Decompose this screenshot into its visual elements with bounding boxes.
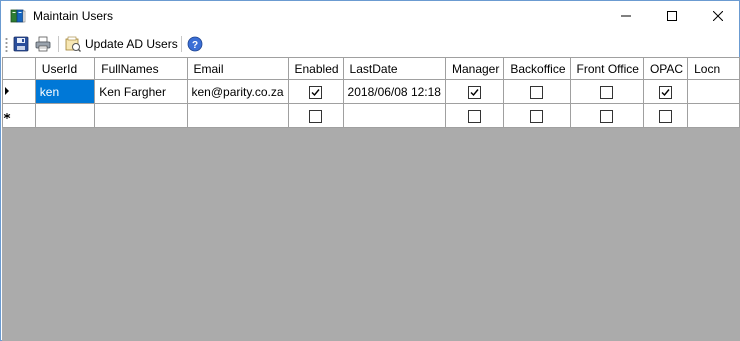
maintain-users-window: Maintain Users Update AD Users ? UserId … (0, 0, 740, 341)
help-icon: ? (187, 36, 203, 52)
cell-lastdate[interactable]: 2018/06/08 12:18 (342, 79, 446, 104)
enabled-checkbox[interactable] (309, 109, 323, 123)
cell-locn[interactable] (687, 79, 740, 104)
update-ad-users-button[interactable]: Update AD Users (65, 34, 178, 54)
column-header-userid[interactable]: UserId (34, 57, 96, 80)
cell-enabled[interactable] (287, 79, 344, 104)
toolbar-separator (181, 36, 182, 52)
column-header-fullnames[interactable]: FullNames (94, 57, 188, 80)
title-bar: Maintain Users (1, 1, 739, 31)
backoffice-checkbox[interactable] (530, 85, 544, 99)
svg-text:?: ? (192, 40, 198, 51)
cell-opac[interactable] (642, 103, 689, 128)
frontoffice-checkbox[interactable] (600, 109, 614, 123)
update-ad-users-label: Update AD Users (85, 37, 178, 51)
row-header-new[interactable] (2, 103, 36, 128)
opac-checkbox[interactable] (659, 85, 673, 99)
column-header-enabled[interactable]: Enabled (287, 57, 344, 80)
cell-email[interactable]: ken@parity.co.za (186, 79, 289, 104)
cell-opac[interactable] (642, 79, 689, 104)
save-button[interactable] (13, 34, 31, 54)
header-row: UserId FullNames Email Enabled LastDate … (2, 57, 740, 80)
column-header-frontoffice[interactable]: Front Office (569, 57, 644, 80)
toolbar-grip[interactable] (5, 37, 8, 53)
column-header-lastdate[interactable]: LastDate (342, 57, 446, 80)
toolbar-separator (58, 36, 59, 52)
window-title: Maintain Users (33, 9, 114, 23)
close-icon (713, 11, 723, 21)
frontoffice-checkbox[interactable] (600, 85, 614, 99)
column-header-opac[interactable]: OPAC (642, 57, 689, 80)
manager-checkbox[interactable] (468, 85, 482, 99)
update-users-icon (65, 36, 81, 52)
column-header-backoffice[interactable]: Backoffice (503, 57, 571, 80)
cell-enabled[interactable] (287, 103, 344, 128)
corner-header[interactable] (2, 57, 36, 80)
cell-fullnames[interactable]: Ken Fargher (94, 79, 188, 104)
cell-userid[interactable] (34, 103, 96, 128)
minimize-icon (621, 15, 631, 17)
maximize-button[interactable] (649, 1, 695, 31)
users-grid[interactable]: UserId FullNames Email Enabled LastDate … (2, 57, 740, 341)
cell-frontoffice[interactable] (569, 79, 644, 104)
manager-checkbox[interactable] (468, 109, 482, 123)
enabled-checkbox[interactable] (309, 85, 323, 99)
checkmark-icon (311, 88, 320, 96)
users-table: UserId FullNames Email Enabled LastDate … (2, 57, 740, 128)
save-icon (13, 36, 29, 52)
cell-fullnames[interactable] (94, 103, 188, 128)
table-row[interactable]: ken Ken Fargher ken@parity.co.za 2018/06… (2, 79, 740, 104)
checkmark-icon (470, 88, 479, 96)
column-header-email[interactable]: Email (186, 57, 289, 80)
maximize-icon (667, 11, 677, 21)
row-header-current[interactable] (2, 79, 36, 104)
table-row-new[interactable] (2, 103, 740, 128)
toolbar: Update AD Users ? (1, 31, 739, 57)
cell-manager[interactable] (444, 79, 505, 104)
cell-userid[interactable]: ken (34, 79, 96, 104)
opac-checkbox[interactable] (659, 109, 673, 123)
close-button[interactable] (695, 1, 740, 31)
current-row-arrow-icon (5, 86, 9, 95)
print-button[interactable] (35, 34, 53, 54)
cell-backoffice[interactable] (503, 103, 571, 128)
cell-locn[interactable] (687, 103, 740, 128)
backoffice-checkbox[interactable] (530, 109, 544, 123)
minimize-button[interactable] (603, 1, 649, 31)
cell-lastdate[interactable] (342, 103, 446, 128)
cell-email[interactable] (186, 103, 289, 128)
print-icon (35, 36, 51, 52)
checkmark-icon (661, 88, 670, 96)
new-row-star-icon (3, 112, 11, 119)
column-header-locn[interactable]: Locn (687, 57, 740, 80)
cell-manager[interactable] (444, 103, 505, 128)
app-book-icon (10, 8, 26, 24)
cell-backoffice[interactable] (503, 79, 571, 104)
cell-frontoffice[interactable] (569, 103, 644, 128)
help-button[interactable]: ? (187, 34, 205, 54)
column-header-manager[interactable]: Manager (444, 57, 505, 80)
